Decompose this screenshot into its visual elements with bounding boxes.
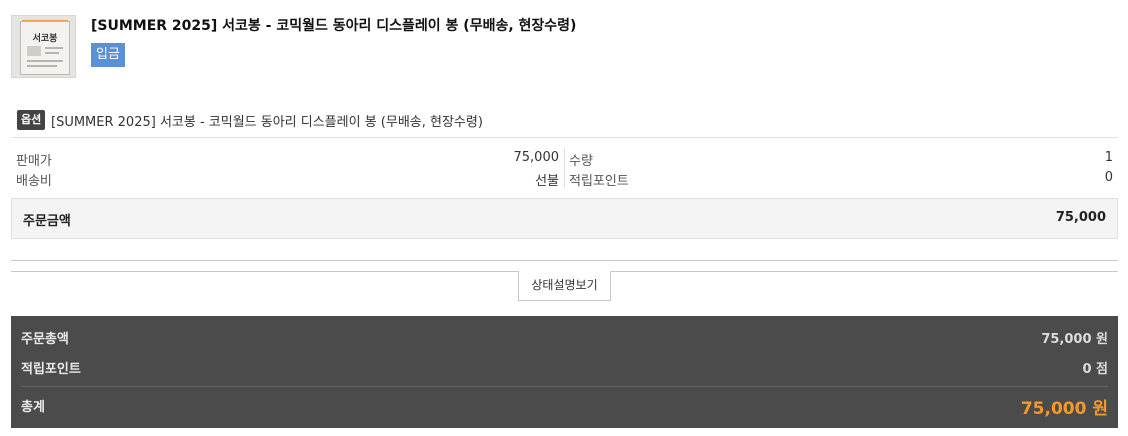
grand-total-value: 75,000 원: [1020, 399, 1108, 419]
shipping-value: 선불: [535, 174, 559, 189]
shipping-label: 배송비: [16, 174, 52, 189]
points-value: 0: [1104, 170, 1113, 185]
status-badge: 입금: [91, 43, 125, 67]
points-total-value: 0 점: [1082, 362, 1108, 377]
quantity-label: 수량: [569, 154, 593, 169]
points-label: 적립포인트: [569, 174, 629, 189]
totals-divider: [21, 386, 1108, 387]
option-row: 옵션 [SUMMER 2025] 서코봉 - 코믹월드 동아리 디스플레이 봉 …: [11, 109, 1118, 138]
price-value: 75,000: [513, 150, 560, 165]
order-amount-value: 75,000: [1055, 210, 1106, 225]
thumbnail-card: 서코봉: [20, 21, 70, 75]
product-title[interactable]: [SUMMER 2025] 서코봉 - 코믹월드 동아리 디스플레이 봉 (무배…: [91, 15, 576, 35]
order-total-label: 주문총액: [21, 332, 69, 347]
option-text: [SUMMER 2025] 서코봉 - 코믹월드 동아리 디스플레이 봉 (무배…: [51, 115, 483, 130]
points-total-label: 적립포인트: [21, 362, 81, 377]
grand-total-label: 총계: [21, 400, 45, 415]
option-badge: 옵션: [17, 110, 46, 130]
detail-divider: [564, 148, 565, 188]
status-description-button[interactable]: 상태설명보기: [518, 271, 611, 301]
product-thumbnail[interactable]: 서코봉: [11, 15, 76, 78]
section-divider-top: [11, 260, 1118, 261]
order-total-value: 75,000 원: [1041, 332, 1108, 347]
order-amount-label: 주문금액: [23, 214, 71, 229]
totals-panel: 주문총액 75,000 원 적립포인트 0 점 총계 75,000 원: [11, 316, 1118, 428]
price-label: 판매가: [16, 154, 52, 169]
thumbnail-label: 서코봉: [32, 34, 58, 44]
order-amount-box: 주문금액 75,000: [11, 198, 1118, 239]
quantity-value: 1: [1104, 150, 1113, 165]
